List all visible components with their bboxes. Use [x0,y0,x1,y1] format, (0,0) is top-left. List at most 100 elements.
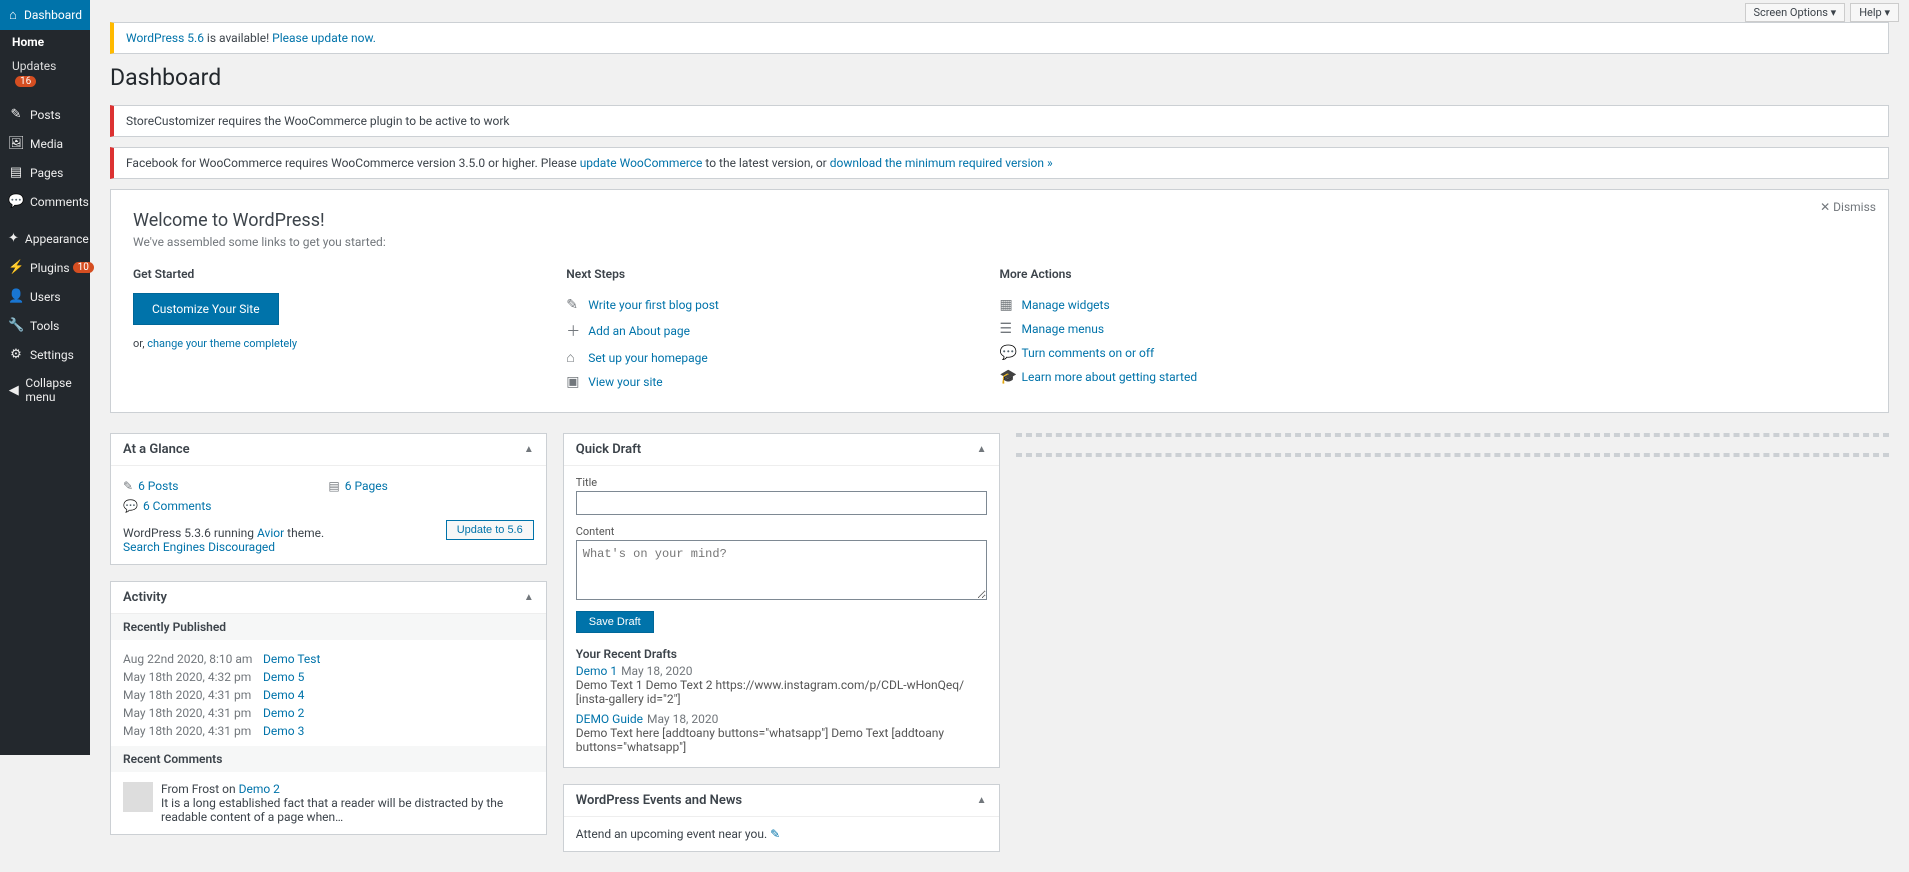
sidebar-sub-updates[interactable]: Updates 16 [0,54,90,92]
write-post-link[interactable]: ✎Write your first blog post [566,293,979,317]
activity-post-link[interactable]: Demo 5 [263,670,304,684]
activity-row: May 18th 2020, 4:32 pmDemo 5 [123,668,534,686]
comment-post-link[interactable]: Demo 2 [239,782,280,796]
draft-link[interactable]: Demo 1 [576,664,617,678]
manage-menus-link[interactable]: ☰Manage menus [1000,317,1413,341]
activity-date: Aug 22nd 2020, 8:10 am [123,652,263,666]
posts-count-link[interactable]: 6 Posts [138,479,178,493]
draft-item: DEMO GuideMay 18, 2020 Demo Text here [a… [576,709,987,757]
sidebar-item-appearance[interactable]: ✦ Appearance [0,224,90,253]
sidebar-collapse[interactable]: ◀ Collapse menu [0,369,90,411]
update-woocommerce-link[interactable]: update WooCommerce [580,156,703,170]
help-button[interactable]: Help ▾ [1850,3,1899,22]
sidebar-item-plugins[interactable]: ⚡Plugins10 [0,253,90,282]
customize-site-button[interactable]: Customize Your Site [133,293,279,325]
screen-options-button[interactable]: Screen Options ▾ [1745,3,1846,22]
widget-header[interactable]: Quick Draft▲ [564,434,999,466]
pages-count-link[interactable]: 6 Pages [345,479,388,493]
activity-widget: Activity▲ Recently Published Aug 22nd 20… [110,581,547,835]
link-text: Set up your homepage [588,351,708,365]
sidebar-item-comments[interactable]: 💬 Comments [0,187,90,216]
comment-icon: 💬 [1000,345,1022,361]
widget-header[interactable]: Activity▲ [111,582,546,614]
sidebar-item-label: Settings [30,348,74,362]
draft-content-textarea[interactable] [576,540,987,600]
wp-version-link[interactable]: WordPress 5.6 [126,31,204,45]
setup-homepage-link[interactable]: ⌂Set up your homepage [566,345,979,370]
sidebar-item-users[interactable]: 👤Users [0,282,90,311]
dismiss-button[interactable]: ✕ Dismiss [1820,200,1876,214]
sidebar-item-label: Comments [30,195,89,209]
activity-post-link[interactable]: Demo 2 [263,706,304,720]
draft-title-input[interactable] [576,491,987,515]
activity-row: May 18th 2020, 4:31 pmDemo 4 [123,686,534,704]
theme-link[interactable]: Avior [257,526,284,540]
draft-link[interactable]: DEMO Guide [576,712,643,726]
sidebar-item-posts[interactable]: ✎Posts [0,100,90,129]
welcome-subtitle: We've assembled some links to get you st… [133,235,1866,249]
activity-row: May 18th 2020, 4:31 pmDemo 2 [123,704,534,722]
activity-post-link[interactable]: Demo 3 [263,724,304,738]
menu-icon: ☰ [1000,321,1022,337]
search-engines-link[interactable]: Search Engines Discouraged [123,540,275,554]
sidebar-item-label: Pages [30,166,63,180]
facebook-wc-notice: Facebook for WooCommerce requires WooCom… [110,147,1889,179]
add-about-link[interactable]: ＋Add an About page [566,317,979,345]
comment-icon: 💬 [8,194,24,209]
widget-title: At a Glance [123,442,190,457]
sidebar-item-label: Plugins [30,261,70,275]
manage-widgets-link[interactable]: ▦Manage widgets [1000,293,1413,317]
sidebar-item-dashboard[interactable]: ⌂ Dashboard [0,0,90,30]
empty-widget-dropzone[interactable] [1016,453,1890,457]
widget-header[interactable]: At a Glance▲ [111,434,546,466]
recent-drafts-heading: Your Recent Drafts [576,647,987,661]
draft-item: Demo 1May 18, 2020 Demo Text 1 Demo Text… [576,661,987,709]
comments-count-link[interactable]: 6 Comments [143,499,212,513]
comment-icon: 💬 [123,499,138,513]
widget-header[interactable]: WordPress Events and News▲ [564,785,999,817]
activity-row: Aug 22nd 2020, 8:10 amDemo Test [123,650,534,668]
activity-post-link[interactable]: Demo 4 [263,688,304,702]
sidebar-item-tools[interactable]: 🔧Tools [0,311,90,340]
avatar [123,782,153,812]
collapse-icon: ◀ [8,383,19,398]
sidebar-sub-home[interactable]: Home [0,30,90,54]
gear-icon: ⚙ [8,347,24,362]
or-text: or, [133,337,147,350]
activity-post-link[interactable]: Demo Test [263,652,320,666]
sidebar-item-pages[interactable]: ▤Pages [0,158,90,187]
download-min-version-link[interactable]: download the minimum required version » [830,156,1053,170]
update-core-button[interactable]: Update to 5.6 [446,520,534,540]
draft-excerpt: Demo Text 1 Demo Text 2 https://www.inst… [576,678,987,706]
edit-location-link[interactable]: ✎ [770,827,780,841]
sidebar-item-settings[interactable]: ⚙ Settings [0,340,90,369]
sidebar-item-label: Appearance [25,232,89,246]
sidebar-item-label: Users [30,290,61,304]
plugins-badge: 10 [73,262,94,273]
plus-icon: ＋ [566,321,588,341]
write-icon: ✎ [566,297,588,313]
recently-published-heading: Recently Published [111,614,546,640]
save-draft-button[interactable]: Save Draft [576,611,654,633]
learn-more-link[interactable]: 🎓Learn more about getting started [1000,365,1413,389]
chevron-up-icon: ▲ [524,592,534,603]
sidebar-item-media[interactable]: 🖼Media [0,129,90,158]
welcome-panel: ✕ Dismiss Welcome to WordPress! We've as… [110,189,1889,413]
brush-icon: ✦ [8,231,19,246]
update-now-link[interactable]: Please update now. [272,31,376,45]
sidebar-item-label: Posts [30,108,61,122]
empty-widget-dropzone[interactable] [1016,433,1890,437]
recent-comments-heading: Recent Comments [111,746,546,772]
link-text: Manage menus [1022,322,1105,336]
comment-from-text: From Frost on [161,782,239,796]
comments-toggle-link[interactable]: 💬Turn comments on or off [1000,341,1413,365]
view-site-link[interactable]: ▣View your site [566,370,979,394]
title-label: Title [576,476,987,489]
widget-title: Quick Draft [576,442,641,457]
sidebar-item-label: Collapse menu [25,376,82,404]
dashboard-icon: ⌂ [8,7,18,23]
col-heading: Get Started [133,267,546,281]
at-a-glance-widget: At a Glance▲ ✎6 Posts ▤6 Pages 💬6 Commen… [110,433,547,565]
change-theme-link[interactable]: change your theme completely [147,337,297,350]
sidebar-item-label: Tools [30,319,59,333]
